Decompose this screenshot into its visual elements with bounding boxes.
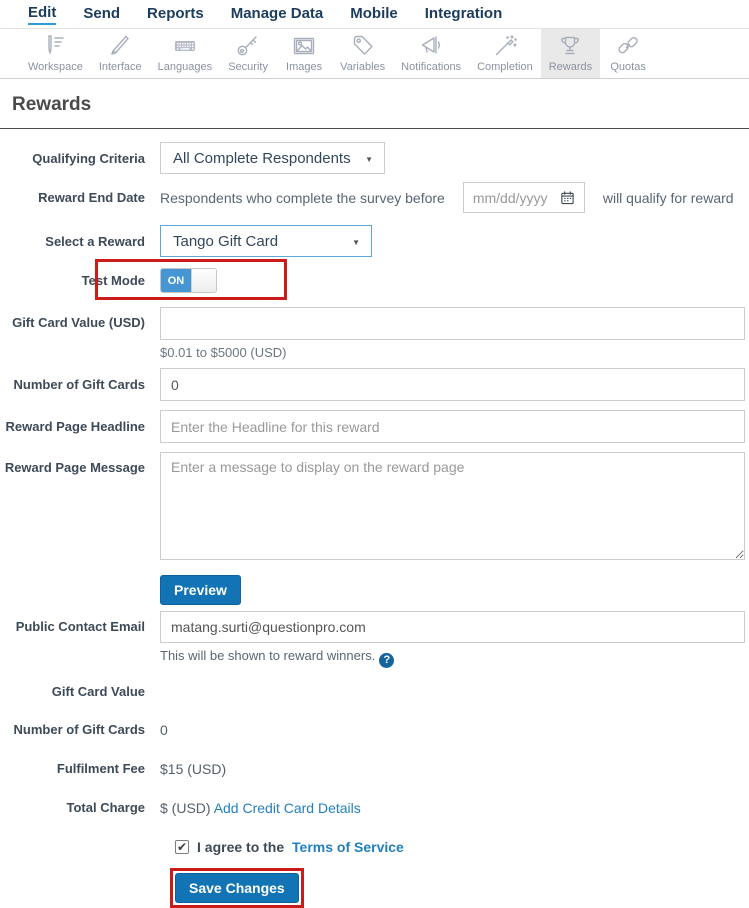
save-changes-button[interactable]: Save Changes: [175, 872, 299, 903]
tab-images[interactable]: Images: [276, 29, 332, 78]
tab-label: Notifications: [401, 61, 462, 73]
nav-send[interactable]: Send: [83, 5, 120, 24]
total-charge-row: Total Charge $ (USD) Add Credit Card Det…: [0, 800, 749, 816]
date-placeholder: mm/dd/yyyy: [472, 189, 548, 206]
notifications-icon: [418, 33, 444, 59]
reward-page-headline-label: Reward Page Headline: [5, 419, 145, 434]
completion-icon: [492, 33, 518, 59]
qualifying-criteria-select[interactable]: All Complete Respondents: [160, 142, 385, 174]
save-highlight-box: Save Changes: [170, 867, 304, 908]
test-mode-toggle[interactable]: ON: [160, 268, 217, 293]
nav-reports[interactable]: Reports: [147, 5, 204, 24]
tab-label: Interface: [98, 61, 142, 73]
select-reward-select[interactable]: Tango Gift Card: [160, 225, 372, 257]
workspace-icon: [42, 33, 68, 59]
select-reward-label: Select a Reward: [45, 233, 145, 249]
nav-integration[interactable]: Integration: [425, 5, 503, 24]
rewards-form: Qualifying Criteria All Complete Respond…: [0, 129, 749, 908]
security-icon: [235, 33, 261, 59]
total-charge-value: $ (USD): [160, 799, 211, 816]
tab-rewards[interactable]: Rewards: [540, 29, 601, 78]
reward-end-date-input[interactable]: mm/dd/yyyy: [462, 182, 585, 213]
reward-page-message-label: Reward Page Message: [4, 460, 145, 475]
select-reward-value: Tango Gift Card: [173, 232, 279, 250]
nav-edit[interactable]: Edit: [28, 4, 57, 25]
number-of-gift-cards-label: Number of Gift Cards: [13, 377, 145, 392]
toggle-knob[interactable]: [191, 269, 216, 292]
interface-icon: [107, 33, 133, 59]
tab-workspace[interactable]: Workspace: [20, 29, 91, 78]
languages-icon: [172, 33, 198, 59]
tab-label: Quotas: [610, 61, 646, 73]
tab-label: Variables: [340, 61, 386, 73]
calendar-icon[interactable]: [560, 190, 575, 205]
preview-button[interactable]: Preview: [160, 575, 241, 605]
agree-checkbox[interactable]: ✔: [175, 839, 189, 854]
summary-gift-card-value: [160, 684, 749, 699]
gift-card-value-input[interactable]: [160, 307, 745, 340]
summary-gift-card-value-row: Gift Card Value: [0, 684, 749, 699]
tab-label: Images: [286, 61, 323, 73]
reward-page-headline-input[interactable]: [160, 410, 745, 443]
public-contact-email-input[interactable]: [160, 611, 745, 643]
variables-icon: [350, 33, 376, 59]
agree-text: I agree to the: [197, 838, 285, 855]
tab-languages[interactable]: Languages: [150, 29, 220, 78]
add-credit-card-link[interactable]: Add Credit Card Details: [214, 800, 361, 816]
rewards-icon: [557, 33, 583, 59]
fulfilment-fee-label: Fulfilment Fee: [56, 760, 145, 776]
page-title: Rewards: [12, 94, 92, 115]
settings-toolbar: Workspace Interface Languages Security I…: [0, 29, 749, 79]
reward-page-message-textarea[interactable]: [160, 452, 745, 560]
toggle-on-label: ON: [161, 269, 191, 292]
terms-of-service-link[interactable]: Terms of Service: [292, 839, 404, 855]
tab-completion[interactable]: Completion: [469, 29, 541, 78]
qualifying-criteria-label: Qualifying Criteria: [32, 150, 145, 166]
tab-label: Workspace: [28, 61, 83, 73]
tab-interface[interactable]: Interface: [91, 29, 150, 78]
fulfilment-fee-row: Fulfilment Fee $15 (USD): [0, 761, 749, 777]
public-contact-email-label: Public Contact Email: [15, 619, 145, 634]
tab-label: Completion: [477, 61, 533, 73]
reward-end-date-suffix: will qualify for reward: [602, 189, 734, 206]
help-icon[interactable]: ?: [379, 652, 395, 668]
reward-end-date-prefix: Respondents who complete the survey befo…: [160, 189, 445, 206]
nav-manage-data[interactable]: Manage Data: [231, 5, 324, 24]
summary-gift-card-value-label: Gift Card Value: [51, 683, 145, 699]
number-of-gift-cards-input[interactable]: [160, 368, 745, 401]
gift-card-value-label: Gift Card Value (USD): [12, 315, 145, 330]
fulfilment-fee-value: $15 (USD): [160, 760, 227, 777]
tab-variables[interactable]: Variables: [332, 29, 393, 78]
qualifying-criteria-value: All Complete Respondents: [173, 149, 351, 167]
summary-number-value: 0: [160, 721, 168, 738]
test-mode-label: Test Mode: [81, 273, 145, 288]
tab-security[interactable]: Security: [220, 29, 276, 78]
public-contact-email-helper: This will be shown to reward winners.: [160, 648, 376, 663]
quotas-icon: [615, 33, 641, 59]
gift-card-value-helper: $0.01 to $5000 (USD): [160, 345, 287, 360]
summary-number-row: Number of Gift Cards 0: [0, 722, 749, 738]
reward-end-date-label: Reward End Date: [38, 190, 145, 205]
tab-label: Languages: [157, 61, 213, 73]
images-icon: [291, 33, 317, 59]
tab-label: Rewards: [548, 61, 593, 73]
tab-quotas[interactable]: Quotas: [600, 29, 656, 78]
tab-notifications[interactable]: Notifications: [393, 29, 469, 78]
nav-mobile[interactable]: Mobile: [350, 5, 398, 24]
total-charge-label: Total Charge: [66, 799, 146, 815]
top-nav: Edit Send Reports Manage Data Mobile Int…: [0, 0, 749, 29]
tab-label: Security: [228, 61, 268, 73]
summary-number-label: Number of Gift Cards: [13, 721, 145, 737]
